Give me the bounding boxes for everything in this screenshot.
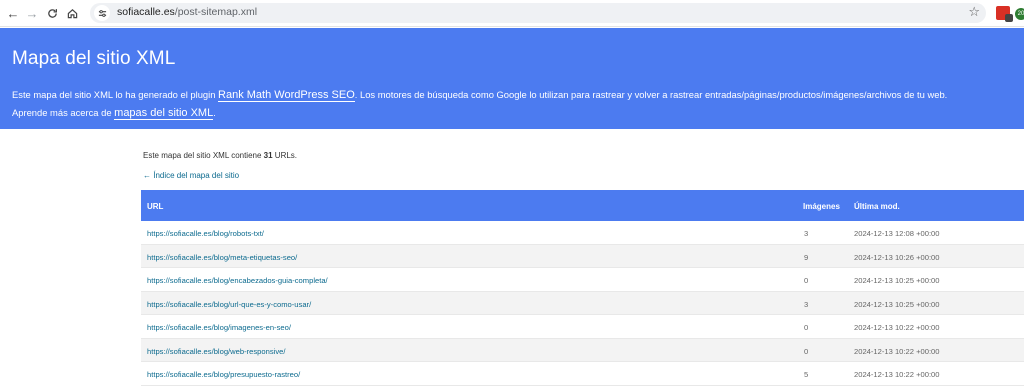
table-row: https://sofiacalle.es/blog/presupuesto-r… (141, 362, 1024, 386)
row-lastmod: 2024-12-13 10:22 +00:00 (854, 323, 940, 332)
extension-counter-icon[interactable]: 20 (1015, 8, 1024, 20)
reload-icon[interactable] (43, 4, 61, 22)
row-images: 3 (804, 299, 809, 309)
table-row: https://sofiacalle.es/blog/url-que-es-y-… (141, 291, 1024, 315)
row-lastmod: 2024-12-13 10:25 +00:00 (854, 299, 940, 309)
row-url-link[interactable]: https://sofiacalle.es/blog/imagenes-en-s… (147, 323, 291, 332)
count-suffix: URLs. (272, 151, 298, 160)
sitemap-header: Mapa del sitio XML Este mapa del sitio X… (0, 28, 1024, 129)
sitemap-table: URL Imágenes Última mod. https://sofiaca… (141, 190, 1024, 386)
url-text: sofiacalle.es/post-sitemap.xml (117, 6, 257, 18)
url-count-text: Este mapa del sitio XML contiene 31 URLs… (143, 151, 297, 160)
row-url-link[interactable]: https://sofiacalle.es/blog/url-que-es-y-… (147, 300, 311, 309)
browser-toolbar: ← → sofiacalle.es/post-sitemap.xml ☆ 20 (0, 0, 1024, 27)
row-lastmod: 2024-12-13 10:22 +00:00 (854, 370, 940, 379)
star-icon[interactable]: ☆ (968, 4, 980, 20)
table-header: URL Imágenes Última mod. (141, 190, 1024, 221)
row-url-link[interactable]: https://sofiacalle.es/blog/encabezados-g… (147, 276, 328, 285)
table-row: https://sofiacalle.es/blog/encabezados-g… (141, 268, 1024, 292)
row-lastmod: 2024-12-13 12:08 +00:00 (854, 229, 940, 238)
sitemap-index-link[interactable]: ← Índice del mapa del sitio (143, 171, 239, 180)
row-url-link[interactable]: https://sofiacalle.es/blog/robots-txt/ (147, 229, 264, 238)
header-description: Este mapa del sitio XML lo ha generado e… (12, 86, 1012, 122)
count-prefix: Este mapa del sitio XML contiene (143, 151, 264, 160)
address-bar[interactable]: sofiacalle.es/post-sitemap.xml ☆ (90, 3, 986, 23)
url-domain: sofiacalle.es (117, 6, 175, 18)
row-url-link[interactable]: https://sofiacalle.es/blog/web-responsiv… (147, 347, 285, 356)
rank-math-link[interactable]: Rank Math WordPress SEO (218, 89, 355, 102)
table-row: https://sofiacalle.es/blog/meta-etiqueta… (141, 244, 1024, 268)
url-count: 31 (263, 151, 273, 160)
row-images: 3 (804, 229, 809, 238)
col-lastmod-header: Última mod. (854, 202, 900, 211)
row-images: 9 (804, 252, 809, 262)
forward-icon[interactable]: → (23, 4, 41, 22)
row-lastmod: 2024-12-13 10:22 +00:00 (854, 346, 940, 356)
table-row: https://sofiacalle.es/blog/robots-txt/3 2… (141, 221, 1024, 245)
col-url-header: URL (147, 202, 164, 211)
sitemaps-info-link[interactable]: mapas del sitio XML (114, 107, 214, 120)
desc-text-3: Aprende más acerca de (12, 107, 115, 118)
extension-badge (1005, 14, 1013, 22)
row-url-link[interactable]: https://sofiacalle.es/blog/presupuesto-r… (147, 370, 300, 379)
site-info-icon[interactable] (94, 5, 110, 21)
desc-text-1: Este mapa del sitio XML lo ha generado e… (12, 89, 219, 100)
row-images: 0 (804, 276, 809, 285)
row-lastmod: 2024-12-13 10:26 +00:00 (854, 252, 940, 262)
home-icon[interactable] (63, 4, 81, 22)
desc-text-end: . (213, 107, 216, 118)
url-path: /post-sitemap.xml (174, 6, 258, 18)
page-title: Mapa del sitio XML (12, 48, 176, 69)
row-images: 5 (804, 370, 809, 379)
table-row: https://sofiacalle.es/blog/imagenes-en-s… (141, 315, 1024, 339)
col-images-header: Imágenes (803, 202, 840, 211)
desc-text-2: . Los motores de búsqueda como Google lo… (354, 89, 948, 100)
row-images: 0 (804, 323, 809, 332)
row-lastmod: 2024-12-13 10:25 +00:00 (854, 276, 940, 285)
row-url-link[interactable]: https://sofiacalle.es/blog/meta-etiqueta… (147, 253, 297, 262)
row-images: 0 (804, 346, 809, 356)
back-icon[interactable]: ← (4, 4, 22, 22)
extension-icon[interactable] (996, 6, 1013, 22)
table-row: https://sofiacalle.es/blog/web-responsiv… (141, 338, 1024, 362)
